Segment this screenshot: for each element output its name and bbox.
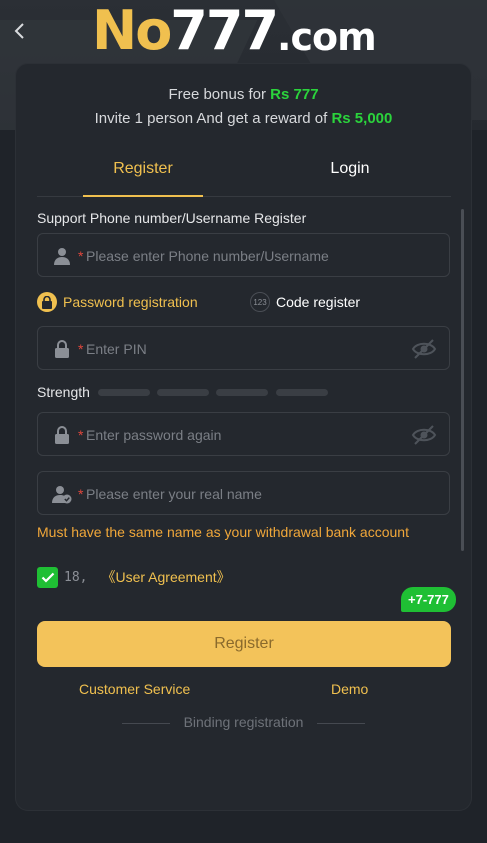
lock-icon [55,340,69,358]
strength-label: Strength [37,384,90,400]
lock-icon [37,292,57,312]
bonus-amount: Rs 777 [270,86,319,103]
tab-login[interactable]: Login [290,154,410,196]
binding-registration[interactable]: Binding registration [16,714,471,730]
register-card: Free bonus for Rs 777 Invite 1 person An… [16,64,471,810]
section-label: Support Phone number/Username Register [37,210,307,226]
lock-icon [55,426,69,444]
strength-segment [157,389,209,396]
user-verified-icon [52,486,72,504]
name-warning: Must have the same name as your withdraw… [37,524,409,540]
user-agreement-link[interactable]: 《User Agreement》 [101,567,230,587]
confirm-password-input[interactable]: * Enter password again [37,412,450,456]
scrollbar[interactable] [461,209,464,551]
chevron-left-icon [14,23,24,39]
pin-placeholder: Enter PIN [86,341,147,357]
required-mark: * [78,248,84,264]
logo-domain: .com [277,15,377,59]
bonus-line-2: Invite 1 person And get a reward of Rs 5… [94,110,393,127]
strength-segment [216,389,268,396]
divider [121,722,170,724]
invite-reward-amount: Rs 5,000 [331,110,393,127]
strength-segment [98,389,150,396]
agree-checkbox[interactable] [37,566,58,588]
divider [317,722,366,724]
password-registration-option[interactable]: Password registration [37,292,198,312]
required-mark: * [78,341,84,357]
pin-input[interactable]: * Enter PIN [37,326,450,370]
required-mark: * [78,427,84,443]
real-name-placeholder: Please enter your real name [86,486,262,502]
required-mark: * [78,486,84,502]
user-icon [54,248,70,265]
code-register-option[interactable]: 123 Code register [250,292,360,312]
demo-link[interactable]: Demo [331,681,368,697]
site-logo: No 777 .com [92,0,377,62]
tab-register[interactable]: Register [83,154,203,197]
real-name-input[interactable]: * Please enter your real name [37,471,450,515]
phone-placeholder: Please enter Phone number/Username [86,248,329,264]
agreement-row: 18, 《User Agreement》 [37,566,231,588]
phone-username-input[interactable]: * Please enter Phone number/Username [37,233,450,277]
logo-number: 777 [170,0,279,62]
back-button[interactable] [8,18,30,44]
register-button[interactable]: Register [37,621,451,667]
age-requirement: 18, [64,569,88,585]
strength-segment [276,389,328,396]
checkmark-icon [41,572,54,583]
confirm-password-placeholder: Enter password again [86,427,222,443]
logo-no: No [92,0,172,62]
customer-service-link[interactable]: Customer Service [79,681,190,697]
bonus-line-1: Free bonus for Rs 777 [168,86,319,103]
promo-badge: +7-777 [401,587,456,612]
eye-off-icon[interactable] [411,338,437,360]
eye-off-icon[interactable] [411,424,437,446]
auth-tabs: Register Login [37,154,451,197]
numeric-code-icon: 123 [250,292,270,312]
